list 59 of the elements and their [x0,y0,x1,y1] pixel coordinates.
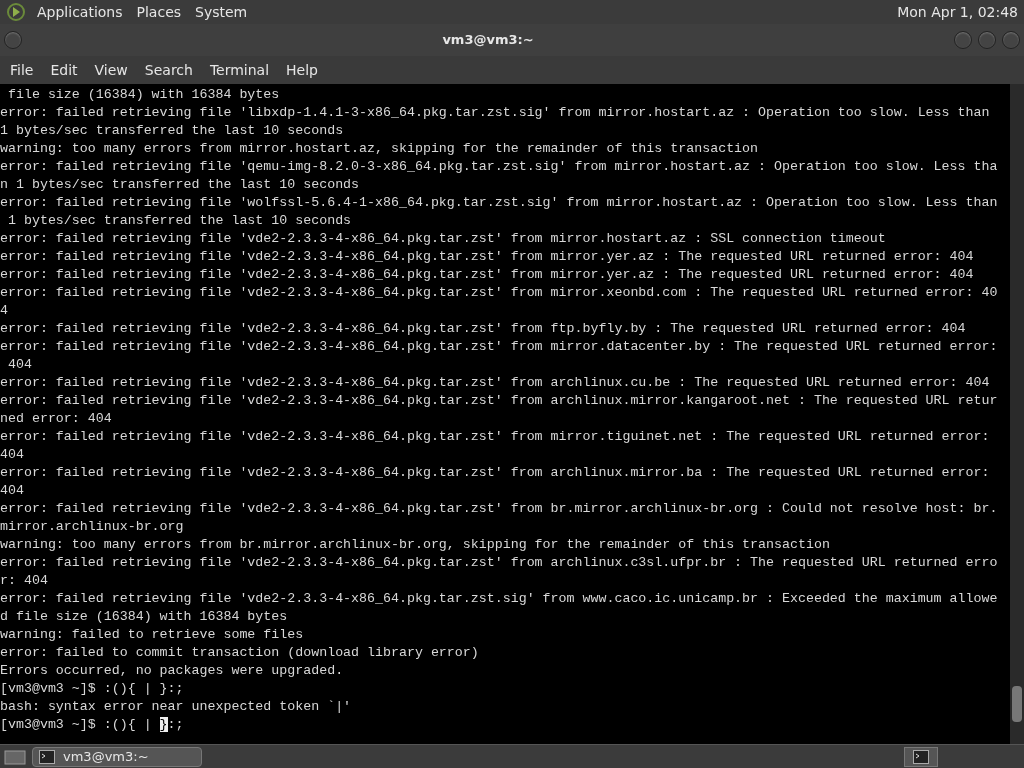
menu-item[interactable]: Edit [43,59,85,81]
terminal-icon [913,749,929,764]
terminal-line: n 1 bytes/sec transferred the last 10 seconds [0,176,361,194]
terminal-line: error: failed retrieving file 'vde2-2.3.3-4-x86_64.pkg.tar.zst' from mirror.yer.az : The requested URL returned error: 404 [0,248,975,266]
scrollbar-thumb[interactable] [1012,686,1022,722]
terminal-line: error: failed retrieving file 'vde2-2.3.3-4-x86_64.pkg.tar.zst' from mirror.xeonbd.com : The requested URL returned error: 40 [0,284,999,302]
terminal-icon [39,749,55,764]
menu-item[interactable]: Terminal [202,59,277,81]
panel-menu[interactable]: Places [133,1,185,23]
window-control-button[interactable] [4,31,22,49]
terminal-line: 1 bytes/sec transferred the last 10 seconds [6,212,353,230]
menu-item[interactable]: File [3,59,41,81]
terminal-line: warning: too many errors from br.mirror.archlinux-br.org, skipping for the remainder of this transaction [0,536,831,554]
terminal-line: error: failed retrieving file 'wolfssl-5.6.4-1-x86_64.pkg.tar.zst.sig' from mirror.hostart.az : Operation too slow. Less than [0,194,999,212]
terminal-line: [vm3@vm3 ~]$ :(){ | }:; [0,716,185,734]
terminal-line: 4 [0,302,9,320]
terminal-line: mirror.archlinux-br.org [0,518,185,536]
clock: Mon Apr 1, 02:48 [897,2,1018,22]
terminal-line: error: failed retrieving file 'vde2-2.3.3-4-x86_64.pkg.tar.zst' from mirror.tiguinet.net : The requested URL returned error: [0,428,991,446]
terminal-line: error: failed retrieving file 'vde2-2.3.3-4-x86_64.pkg.tar.zst' from archlinux.c3sl.ufpr.br : The requested URL returned erro [0,554,999,572]
terminal-line: error: failed retrieving file 'libxdp-1.4.1-3-x86_64.pkg.tar.zst.sig' from mirror.hostart.az : Operation too slow. Less than [0,104,991,122]
terminal-line: [vm3@vm3 ~]$ :(){ | }:; [0,680,185,698]
window-control-button[interactable] [978,31,996,49]
terminal-line: error: failed retrieving file 'vde2-2.3.3-4-x86_64.pkg.tar.zst' from archlinux.cu.be : The requested URL returned error: 404 [0,374,991,392]
menu-item[interactable]: Search [137,59,200,81]
terminal-line: error: failed to commit transaction (download library error) [0,644,480,662]
terminal-line: error: failed retrieving file 'vde2-2.3.3-4-x86_64.pkg.tar.zst' from mirror.datacenter.by : The requested URL returned error: [0,338,999,356]
panel-menu[interactable]: Applications [34,1,126,23]
terminal-line: error: failed retrieving file 'vde2-2.3.3-4-x86_64.pkg.tar.zst' from mirror.hostart.az : SSL connection timeout [0,230,887,248]
terminal-line: ned error: 404 [0,410,113,428]
terminal-line: error: failed retrieving file 'vde2-2.3.3-4-x86_64.pkg.tar.zst' from archlinux.mirror.ba : The requested URL returned error: [0,464,991,482]
terminal-line: error: failed retrieving file 'vde2-2.3.3-4-x86_64.pkg.tar.zst.sig' from www.caco.ic.unicamp.br : Exceeded the maximum allowe [0,590,999,608]
terminal-line: r: 404 [0,572,49,590]
window-title: vm3@vm3:~ [441,31,535,50]
terminal-line: error: failed retrieving file 'vde2-2.3.3-4-x86_64.pkg.tar.zst' from mirror.yer.az : The requested URL returned error: 404 [0,266,975,284]
terminal-line: file size (16384) with 16384 bytes [6,86,281,104]
terminal-line: warning: too many errors from mirror.hostart.az, skipping for the remainder of this transaction [0,140,760,158]
terminal-line: error: failed retrieving file 'vde2-2.3.3-4-x86_64.pkg.tar.zst' from archlinux.mirror.kangaroot.net : The requested URL retur [0,392,999,410]
panel-menu[interactable]: System [192,1,251,23]
desktop-icon[interactable] [2,747,28,766]
terminal-line: error: failed retrieving file 'vde2-2.3.3-4-x86_64.pkg.tar.zst' from ftp.byfly.by : The requested URL returned error: 404 [0,320,967,338]
terminal-line: warning: failed to retrieve some files [0,626,305,644]
taskbar-button[interactable] [904,746,938,767]
window-control-button[interactable] [954,31,972,49]
terminal-line: error: failed retrieving file 'vde2-2.3.3-4-x86_64.pkg.tar.zst' from br.mirror.archlinux-br.org : Could not resolve host: br. [0,500,999,518]
terminal-line: d file size (16384) with 16384 bytes [0,608,289,626]
terminal-line: bash: syntax error near unexpected token `|' [0,698,353,716]
terminal-line: Errors occurred, no packages were upgraded. [0,662,345,680]
logo-icon [6,2,26,22]
terminal-line: error: failed retrieving file 'qemu-img-8.2.0-3-x86_64.pkg.tar.zst.sig' from mirror.hostart.az : Operation too slow. Less tha [0,158,999,176]
menu-item[interactable]: View [87,59,135,81]
terminal-line: 404 [0,446,25,464]
menu-item[interactable]: Help [279,59,325,81]
terminal-line: 1 bytes/sec transferred the last 10 seconds [0,122,345,140]
terminal-line: 404 [6,356,33,374]
window-control-button[interactable] [1002,31,1020,49]
scrollbar[interactable] [1010,84,1024,744]
terminal-line: 404 [0,482,25,500]
taskbar-task[interactable]: vm3@vm3:~ [32,746,202,767]
